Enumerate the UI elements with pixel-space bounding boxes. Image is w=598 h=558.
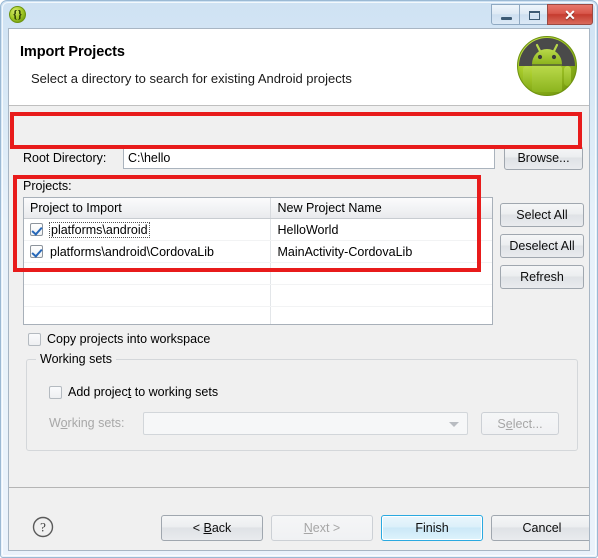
add-project-to-working-sets-checkbox[interactable]: Add project to working sets <box>49 385 218 399</box>
cell-new-project-name[interactable]: MainActivity-CordovaLib <box>270 240 492 263</box>
add-project-label: Add project to working sets <box>68 385 218 399</box>
help-question-icon[interactable]: ? <box>32 516 54 538</box>
row-checkbox[interactable] <box>30 223 43 236</box>
root-directory-row: Root Directory: Browse... <box>23 146 583 171</box>
cell-empty <box>24 262 271 285</box>
browse-button[interactable]: Browse... <box>504 146 583 170</box>
cell-empty <box>270 284 492 307</box>
projects-side-buttons: Select All Deselect All Refresh <box>500 203 584 296</box>
working-sets-label-post: rking sets: <box>67 416 125 430</box>
android-robot-icon <box>514 33 580 99</box>
import-projects-dialog-screenshot: {} ✕ Import Projects Select a directory … <box>0 0 598 558</box>
back-label-post: ack <box>211 521 232 535</box>
cell-empty <box>270 306 492 324</box>
table-row-empty <box>24 284 492 307</box>
projects-label: Projects: <box>23 179 72 193</box>
page-subtitle: Select a directory to search for existin… <box>31 71 352 86</box>
eclipse-braces-icon: {} <box>9 6 26 23</box>
cell-new-project-name[interactable]: HelloWorld <box>270 218 492 241</box>
minimize-icon <box>501 17 512 20</box>
copy-projects-label: Copy projects into workspace <box>47 332 211 346</box>
chevron-down-icon <box>449 422 459 427</box>
next-label-mnemonic: N <box>303 521 313 535</box>
window-controls: ✕ <box>491 4 593 25</box>
back-label-mnemonic: B <box>203 521 212 535</box>
working-sets-select-button[interactable]: Select... <box>481 412 559 435</box>
back-label-pre: < <box>192 521 204 535</box>
copy-projects-checkbox-box[interactable] <box>28 332 41 346</box>
copy-projects-into-workspace-checkbox[interactable]: Copy projects into workspace <box>28 332 210 346</box>
working-sets-combobox[interactable] <box>143 412 468 435</box>
table-row-empty <box>24 262 492 285</box>
working-sets-combo-label: Working sets: <box>49 416 125 430</box>
select-label-mnemonic: e <box>505 416 513 431</box>
finish-button[interactable]: Finish <box>381 515 483 541</box>
close-icon: ✕ <box>564 7 576 23</box>
back-button[interactable]: < Back <box>161 515 263 541</box>
maximize-icon <box>529 11 540 20</box>
refresh-button[interactable]: Refresh <box>500 265 584 289</box>
cancel-button[interactable]: Cancel <box>491 515 589 541</box>
working-sets-row: Working sets: Select... <box>49 412 559 435</box>
select-all-button[interactable]: Select All <box>500 203 584 227</box>
column-header-new-project-name[interactable]: New Project Name <box>270 198 492 219</box>
cell-empty <box>24 306 271 324</box>
cell-text: platforms\android\CordovaLib <box>50 244 214 259</box>
root-directory-input[interactable] <box>123 147 495 169</box>
working-sets-label-mnemonic: o <box>60 416 68 430</box>
next-button[interactable]: Next > <box>271 515 373 541</box>
footer-separator <box>9 487 589 488</box>
footer-buttons: < Back Next > Finish Cancel <box>161 515 589 541</box>
projects-table[interactable]: Project to Import New Project Name platf… <box>23 197 493 325</box>
table-row[interactable]: platforms\android\CordovaLib MainActivit… <box>24 240 492 263</box>
add-project-checkbox-box[interactable] <box>49 385 62 399</box>
maximize-button[interactable] <box>519 4 548 25</box>
working-sets-group-title: Working sets <box>36 352 117 366</box>
working-sets-label-pre: W <box>49 416 61 430</box>
table-row-empty <box>24 306 492 324</box>
cell-text: platforms\android <box>49 221 150 238</box>
cell-project-to-import[interactable]: platforms\android\CordovaLib <box>24 240 271 263</box>
minimize-button[interactable] <box>491 4 520 25</box>
add-project-label-post: to working sets <box>131 385 219 399</box>
eclipse-braces-icon-glyph: {} <box>12 7 23 21</box>
table-row[interactable]: platforms\android HelloWorld <box>24 218 492 241</box>
close-button[interactable]: ✕ <box>547 4 593 25</box>
wizard-header: Import Projects Select a directory to se… <box>9 29 589 106</box>
deselect-all-button[interactable]: Deselect All <box>500 234 584 258</box>
root-directory-label: Root Directory: <box>23 151 107 165</box>
column-header-project-to-import[interactable]: Project to Import <box>24 198 271 219</box>
add-project-label-pre: Add projec <box>68 385 128 399</box>
table-header-row: Project to Import New Project Name <box>24 198 492 219</box>
next-label-post: ext > <box>312 521 341 535</box>
working-sets-group: Working sets Add project to working sets… <box>26 352 578 451</box>
svg-text:?: ? <box>40 520 46 535</box>
select-label-post: lect... <box>512 416 543 431</box>
cell-project-to-import[interactable]: platforms\android <box>24 218 271 241</box>
page-title: Import Projects <box>20 44 125 60</box>
cell-empty <box>270 262 492 285</box>
window-titlebar: {} ✕ <box>2 2 596 28</box>
dialog-client-area: Import Projects Select a directory to se… <box>8 28 590 551</box>
select-label-pre: S <box>497 416 506 431</box>
row-checkbox[interactable] <box>30 245 43 258</box>
cell-empty <box>24 284 271 307</box>
